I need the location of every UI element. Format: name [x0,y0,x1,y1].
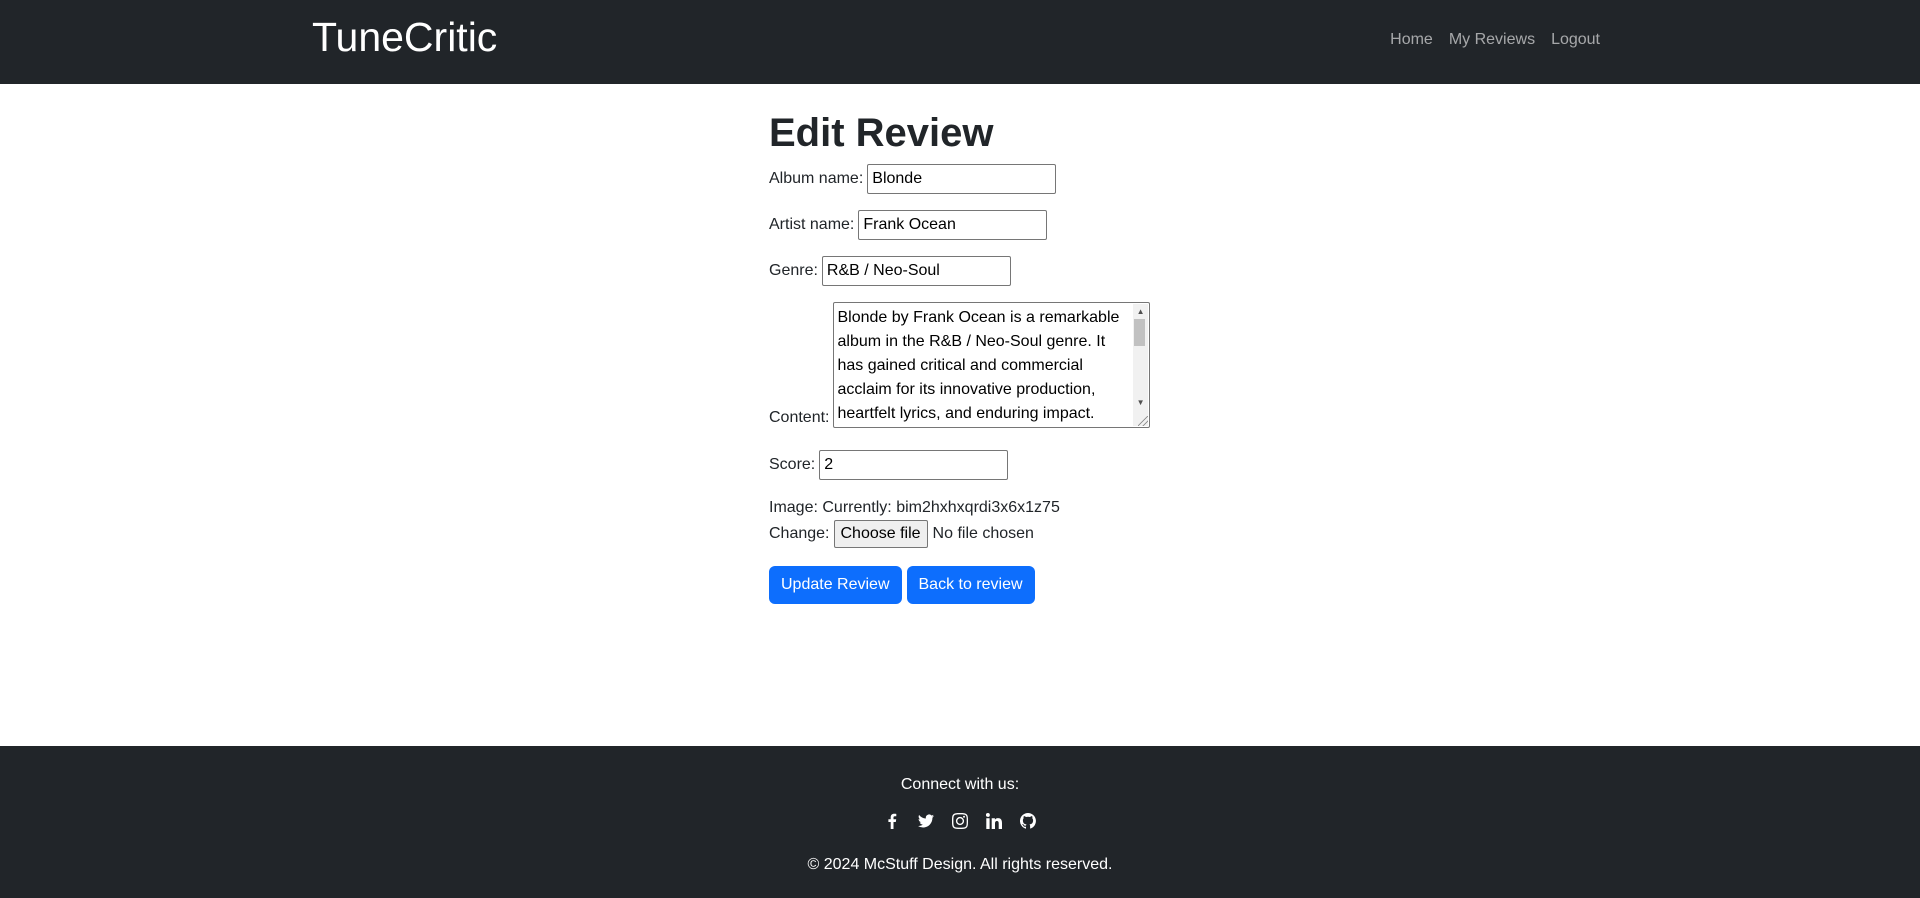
artist-label: Artist name: [769,216,855,233]
back-to-review-button[interactable]: Back to review [906,566,1035,604]
image-change-line: Change: Choose file No file chosen [769,520,1034,548]
album-label: Album name: [769,170,864,187]
album-name-input[interactable] [867,164,1057,194]
footer: Connect with us: © 2024 McStuff Design. … [0,746,1920,898]
nav-my-reviews-link[interactable]: My Reviews [1449,28,1535,52]
score-row: Score: [769,450,1009,480]
nav-logout-link[interactable]: Logout [1551,28,1600,52]
currently-label: Currently: [822,499,892,516]
album-row: Album name: [769,164,1057,194]
instagram-icon[interactable] [951,812,969,830]
scroll-up-arrow-icon[interactable]: ▲ [1137,308,1145,316]
score-label: Score: [769,456,816,473]
nav-links: Home My Reviews Logout [1390,28,1600,52]
genre-input[interactable] [821,256,1011,286]
content-text[interactable]: Blonde by Frank Ocean is a remarkable al… [837,306,1127,427]
change-label: Change: [769,525,830,542]
nav-home-link[interactable]: Home [1390,28,1433,52]
artist-row: Artist name: [769,210,1048,240]
edit-review-form: Edit Review Album name: Artist name: Gen… [769,106,1189,604]
facebook-icon[interactable] [883,812,901,830]
copyright-text: © 2024 McStuff Design. All rights reserv… [807,856,1113,873]
brand-logo[interactable]: TuneCritic [312,12,497,62]
genre-row: Genre: [769,256,1011,286]
scroll-down-arrow-icon[interactable]: ▼ [1137,399,1145,407]
scroll-thumb[interactable] [1134,319,1146,346]
resize-grip-icon[interactable] [1138,416,1149,426]
image-current-line: Image: Currently: bim2hxhxqrdi3x6x1z75 [769,498,1060,518]
linkedin-icon[interactable] [985,812,1003,830]
current-image-link[interactable]: bim2hxhxqrdi3x6x1z75 [896,499,1060,516]
genre-label: Genre: [769,262,818,279]
content-textarea[interactable]: Blonde by Frank Ocean is a remarkable al… [833,302,1151,428]
page-title: Edit Review [769,111,994,155]
social-links [0,812,1920,830]
artist-name-input[interactable] [858,210,1048,240]
content-label: Content: [769,409,830,426]
twitter-icon[interactable] [917,812,935,830]
form-actions: Update Review Back to review [769,566,1035,604]
content-scrollbar[interactable]: ▲ ▼ [1133,304,1149,426]
content-row: Content: Blonde by Frank Ocean is a rema… [769,302,1151,428]
choose-file-button[interactable]: Choose file [833,520,928,548]
github-icon[interactable] [1019,812,1037,830]
file-status-text: No file chosen [932,525,1034,542]
top-navbar: TuneCritic Home My Reviews Logout [0,0,1920,84]
connect-heading: Connect with us: [900,776,1020,793]
score-input[interactable] [819,450,1009,480]
image-label: Image: [769,499,818,516]
update-review-button[interactable]: Update Review [769,566,902,604]
